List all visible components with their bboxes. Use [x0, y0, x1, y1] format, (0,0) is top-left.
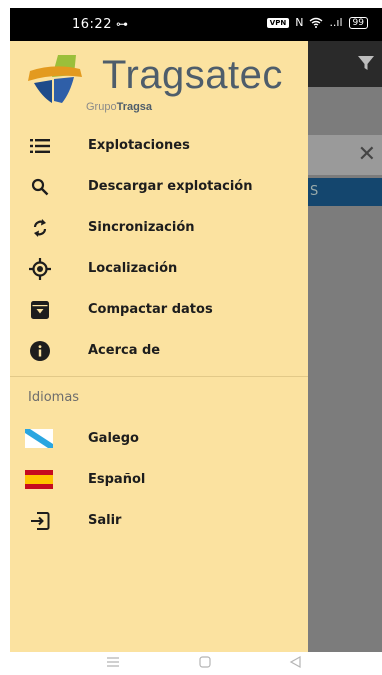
menu-item-localizacion[interactable]: Localización [10, 248, 308, 289]
wifi-icon [309, 17, 323, 28]
section-title-idiomas: Idiomas [28, 390, 80, 405]
brand-name: Tragsatec [102, 53, 283, 97]
menu-item-label: Galego [88, 431, 139, 446]
menu-item-explotaciones[interactable]: Explotaciones [10, 125, 308, 166]
menu-item-descargar[interactable]: Descargar explotación [10, 166, 308, 207]
list-icon [28, 134, 52, 158]
back-icon[interactable] [288, 654, 304, 670]
logo-mark-icon [28, 55, 82, 103]
battery-icon: 99 [348, 16, 368, 29]
search-icon [28, 175, 52, 199]
menu-item-label: Salir [88, 513, 122, 528]
menu-item-label: Sincronización [88, 220, 195, 235]
drawer-menu: Explotaciones Descargar explotación Sinc… [10, 125, 308, 371]
background-tab-label: S [310, 184, 319, 199]
menu-item-compactar[interactable]: Compactar datos [10, 289, 308, 330]
menu-item-label: Español [88, 472, 146, 487]
location-icon [28, 257, 52, 281]
status-bar: 16:22 ⊶ VPN N ..ıl 99 [10, 8, 382, 41]
menu-item-label: Explotaciones [88, 138, 190, 153]
key-icon: ⊶ [116, 17, 128, 31]
menu-item-acerca[interactable]: Acerca de [10, 330, 308, 371]
status-time: 16:22 [72, 17, 112, 32]
phone-screen: 16:22 ⊶ VPN N ..ıl 99 ✕ S Tragsatec Grup… [10, 8, 382, 652]
drawer-divider [10, 376, 308, 377]
logout-icon [28, 509, 52, 533]
signal-icon: ..ıl [329, 16, 343, 29]
nfc-icon: N [295, 16, 304, 29]
archive-icon [28, 298, 52, 322]
menu-item-galego[interactable]: Galego [10, 418, 308, 459]
menu-item-salir[interactable]: Salir [10, 500, 308, 541]
menu-icon[interactable] [105, 654, 121, 670]
close-icon[interactable]: ✕ [358, 144, 376, 166]
tragsatec-logo: Tragsatec GrupoTragsa [24, 51, 304, 113]
home-icon[interactable] [197, 654, 213, 670]
filter-icon[interactable] [356, 53, 376, 73]
spain-flag-icon [25, 468, 53, 492]
language-menu: Galego Español Salir [10, 418, 308, 541]
status-icons: VPN N ..ıl 99 [266, 16, 368, 29]
info-icon [28, 339, 52, 363]
vpn-icon: VPN [266, 17, 290, 28]
menu-item-sincronizacion[interactable]: Sincronización [10, 207, 308, 248]
galicia-flag-icon [25, 427, 53, 451]
menu-item-label: Localización [88, 261, 178, 276]
menu-item-label: Compactar datos [88, 302, 213, 317]
menu-item-label: Acerca de [88, 343, 161, 358]
menu-item-label: Descargar explotación [88, 179, 253, 194]
sync-icon [28, 216, 52, 240]
navigation-drawer: Tragsatec GrupoTragsa Explotaciones Desc… [10, 41, 308, 652]
menu-item-espanol[interactable]: Español [10, 459, 308, 500]
brand-subtitle: GrupoTragsa [86, 101, 153, 113]
system-nav-bar [0, 652, 382, 675]
